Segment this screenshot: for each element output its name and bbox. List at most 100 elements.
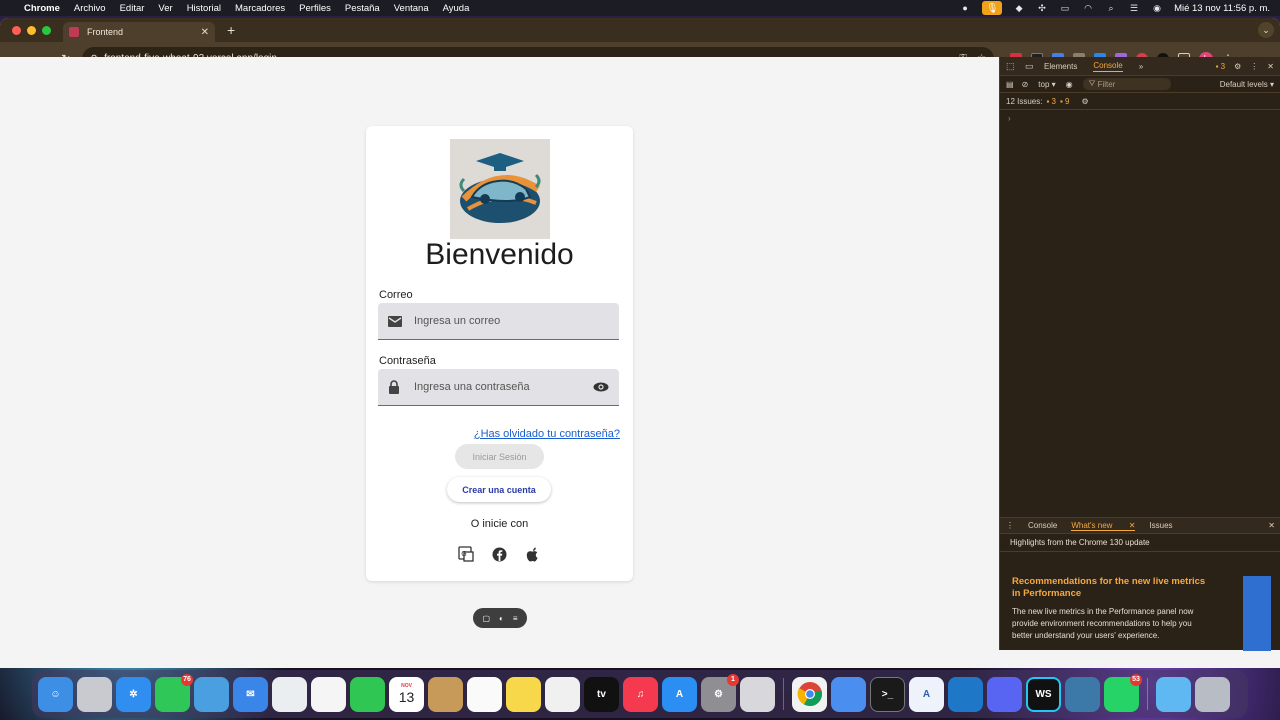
new-tab-button[interactable]: + bbox=[227, 22, 235, 38]
trash-icon[interactable] bbox=[1195, 676, 1230, 712]
system-settings-icon[interactable]: ⚙ 1 bbox=[701, 673, 739, 712]
music-icon[interactable]: ♫ bbox=[623, 676, 658, 712]
devtools-close-icon[interactable]: ✕ bbox=[1267, 62, 1274, 71]
microphone-icon[interactable]: 🎙 bbox=[982, 1, 1003, 15]
menu-marcadores[interactable]: Marcadores bbox=[235, 3, 285, 14]
console-filter-input[interactable]: ⛛ Filter bbox=[1082, 78, 1171, 90]
issues-warning-value: 3 bbox=[1051, 96, 1056, 106]
menu-archivo[interactable]: Archivo bbox=[74, 3, 106, 14]
finder-icon[interactable]: ☺ bbox=[38, 676, 73, 712]
menu-editar[interactable]: Editar bbox=[120, 3, 145, 14]
dock-separator bbox=[783, 678, 784, 710]
whatsapp-icon[interactable]: 53 bbox=[1104, 673, 1142, 712]
devtools-menu-icon[interactable]: ⋮ bbox=[1250, 62, 1258, 71]
app-status-icon[interactable]: ◆ bbox=[1013, 3, 1025, 13]
safari-icon[interactable]: ✲ bbox=[116, 676, 151, 712]
notes-icon[interactable] bbox=[506, 676, 541, 712]
facetime-icon[interactable] bbox=[350, 676, 385, 712]
console-prompt[interactable]: › bbox=[1000, 110, 1280, 127]
inspect-element-icon[interactable]: ⬚ bbox=[1006, 61, 1018, 72]
xcode-instruments-icon[interactable] bbox=[194, 676, 229, 712]
issues-info-count[interactable]: ▪ 9 bbox=[1060, 97, 1070, 106]
drawer-close-icon[interactable]: ✕ bbox=[1268, 521, 1275, 530]
vscode-icon[interactable] bbox=[948, 676, 983, 712]
live-expression-eye-icon[interactable]: ◉ bbox=[1066, 80, 1073, 89]
photos-icon[interactable] bbox=[311, 676, 346, 712]
discord-icon[interactable] bbox=[987, 676, 1022, 712]
messages-icon[interactable]: 76 bbox=[155, 673, 193, 712]
drawer-menu-icon[interactable]: ⋮ bbox=[1006, 521, 1014, 530]
minimize-window-button[interactable] bbox=[27, 25, 36, 35]
facebook-icon[interactable] bbox=[490, 545, 508, 563]
google-translate-icon[interactable]: G bbox=[457, 545, 475, 563]
tab-close-icon[interactable]: ✕ bbox=[201, 27, 209, 38]
siri-icon[interactable]: ◉ bbox=[1151, 3, 1163, 13]
webstorm-icon[interactable]: WS bbox=[1026, 676, 1061, 712]
email-field[interactable] bbox=[378, 303, 619, 340]
email-input[interactable] bbox=[414, 315, 609, 327]
app-store-icon[interactable]: A bbox=[662, 676, 697, 712]
menubar-clock[interactable]: Mié 13 nov 11:56 p. m. bbox=[1174, 3, 1270, 14]
tab-search-chevron-icon[interactable]: ⌄ bbox=[1258, 22, 1274, 38]
reminders-icon[interactable] bbox=[467, 676, 502, 712]
drawer-tab-issues[interactable]: Issues bbox=[1149, 521, 1172, 530]
record-status-icon[interactable]: ● bbox=[959, 3, 971, 13]
tab-elements[interactable]: Elements bbox=[1044, 62, 1077, 71]
sidebar-toggle-icon[interactable]: ▤ bbox=[1006, 80, 1014, 89]
menu-historial[interactable]: Historial bbox=[187, 3, 221, 14]
folder-icon[interactable] bbox=[1156, 676, 1191, 712]
drawer-tab-whats-new[interactable]: What's new ✕ bbox=[1071, 521, 1136, 531]
drawer-tab-console[interactable]: Console bbox=[1028, 521, 1057, 530]
menu-pestana[interactable]: Pestaña bbox=[345, 3, 380, 14]
menu-ventana[interactable]: Ventana bbox=[394, 3, 429, 14]
menu-app-name[interactable]: Chrome bbox=[24, 3, 60, 14]
battery-icon[interactable]: ▭ bbox=[1059, 3, 1071, 13]
calendar-icon[interactable]: NOV 13 bbox=[389, 676, 424, 712]
maps-icon[interactable] bbox=[272, 676, 307, 712]
password-input[interactable] bbox=[414, 381, 593, 393]
context-selector[interactable]: top ▾ bbox=[1038, 80, 1055, 89]
comment-icon[interactable]: ▢ bbox=[482, 614, 490, 623]
device-toolbar-icon[interactable]: ▭ bbox=[1025, 61, 1037, 72]
create-account-button[interactable]: Crear una cuenta bbox=[447, 477, 551, 502]
zoom-window-button[interactable] bbox=[42, 25, 51, 35]
tab-console[interactable]: Console bbox=[1093, 61, 1123, 72]
devtools-settings-icon[interactable]: ⚙ bbox=[1234, 62, 1241, 71]
mysql-workbench-icon[interactable] bbox=[1065, 676, 1100, 712]
menu-perfiles[interactable]: Perfiles bbox=[299, 3, 331, 14]
iphone-mirroring-icon[interactable] bbox=[740, 676, 775, 712]
apple-tv-icon[interactable]: tv bbox=[584, 676, 619, 712]
login-button[interactable]: Iniciar Sesión bbox=[455, 444, 544, 469]
launchpad-icon[interactable] bbox=[77, 676, 112, 712]
console-settings-icon[interactable]: ⚙ bbox=[1082, 97, 1089, 106]
control-center-icon[interactable]: ☰ bbox=[1128, 3, 1140, 13]
butterfly-icon[interactable]: ✣ bbox=[1036, 3, 1048, 13]
mail-app-icon[interactable]: ✉ bbox=[233, 676, 268, 712]
menu-ayuda[interactable]: Ayuda bbox=[443, 3, 470, 14]
spotlight-search-icon[interactable]: ⌕ bbox=[1105, 3, 1117, 13]
issues-badge[interactable]: ▪ 3 bbox=[1216, 62, 1226, 71]
browser-tab[interactable]: Frontend ✕ bbox=[63, 22, 215, 42]
contacts-icon[interactable] bbox=[428, 676, 463, 712]
freeform-icon[interactable] bbox=[545, 676, 580, 712]
altstore-icon[interactable]: A bbox=[909, 676, 944, 712]
show-password-eye-icon[interactable] bbox=[593, 382, 609, 392]
password-field[interactable] bbox=[378, 369, 619, 406]
clear-console-icon[interactable]: ⊘ bbox=[1022, 80, 1029, 89]
car-graduation-logo-icon bbox=[450, 139, 550, 239]
toggle-view-icon[interactable]: ◐ bbox=[499, 614, 504, 623]
issues-warning-count[interactable]: ▪ 3 bbox=[1046, 97, 1056, 106]
xcode-icon[interactable] bbox=[831, 676, 866, 712]
menu-lines-icon[interactable]: ≡ bbox=[513, 614, 518, 623]
menu-ver[interactable]: Ver bbox=[158, 3, 172, 14]
terminal-icon[interactable]: >_ bbox=[870, 676, 905, 712]
close-window-button[interactable] bbox=[12, 25, 21, 35]
whats-new-heading[interactable]: Recommendations for the new live metrics… bbox=[1012, 576, 1211, 600]
more-tabs-icon[interactable]: » bbox=[1139, 62, 1143, 71]
forgot-password-link[interactable]: ¿Has olvidado tu contraseña? bbox=[474, 428, 620, 440]
apple-icon[interactable] bbox=[523, 545, 541, 563]
devtools-panel: ⬚ ▭ Elements Console » ▪ 3 ⚙ ⋮ ✕ ▤ ⊘ top… bbox=[999, 57, 1280, 651]
log-levels-dropdown[interactable]: Default levels ▾ bbox=[1220, 80, 1274, 89]
wifi-icon[interactable]: ◠ bbox=[1082, 3, 1094, 13]
chrome-icon[interactable] bbox=[792, 676, 827, 712]
